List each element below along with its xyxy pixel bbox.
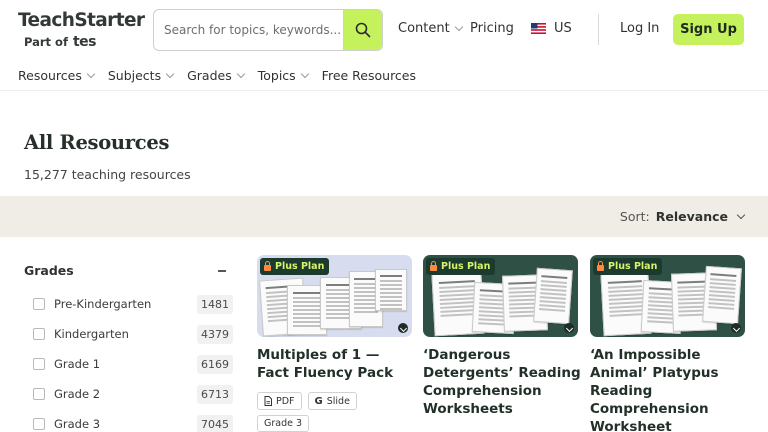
logo-part-of: Part of [24,35,68,49]
resource-thumbnail[interactable]: Plus Plan [257,255,412,337]
subnav-topics[interactable]: Topics [257,67,309,83]
resource-card[interactable]: Plus Plan Multiples of 1 — Fact Fluency … [257,255,412,432]
chevron-down-icon [736,210,746,220]
filter-item[interactable]: Grade 3 7045 [33,409,233,432]
resource-thumbnail[interactable]: Plus Plan [423,255,578,337]
search-icon [355,22,371,38]
chevron-down-icon [454,22,463,32]
logo-wordmark: TeachStarter [18,10,145,31]
filter-label: Kindergarten [54,327,129,341]
filter-count-badge: 6713 [197,385,233,404]
subnav-grades-label: Grades [187,67,232,83]
resource-title[interactable]: ‘Dangerous Detergents’ Reading Comprehen… [423,346,581,418]
grades-filter-title[interactable]: Grades [24,263,74,278]
filter-label: Pre-Kindergarten [54,297,152,311]
lock-icon [597,261,604,271]
site-header: TeachStarter Part of tes Content Pricing… [0,0,768,60]
format-tag-pdf: PDF [257,392,302,410]
filter-count-badge: 1481 [197,295,233,314]
subnav-resources[interactable]: Resources [18,67,96,83]
filter-item[interactable]: Grade 2 6713 [33,379,233,409]
lock-icon [264,261,271,271]
resource-title[interactable]: Multiples of 1 — Fact Fluency Pack [257,346,415,382]
nav-content-menu[interactable]: Content [398,21,463,36]
filter-label: Grade 2 [54,387,101,401]
grades-filter-list: Pre-Kindergarten 1481 Kindergarten 4379 … [33,289,233,432]
category-nav: Resources Subjects Grades Topics Free Re… [18,66,416,84]
filter-checkbox[interactable] [33,358,45,370]
worksheet-preview [702,265,742,325]
filter-count-badge: 6169 [197,355,233,374]
sort-label: Sort: [619,209,650,224]
collapse-minus-icon[interactable] [218,270,226,272]
sort-dropdown[interactable]: Sort: Relevance [619,209,746,224]
worksheet-preview [533,267,573,325]
filter-checkbox[interactable] [33,418,45,430]
format-tags: PDF G Slide [257,392,412,410]
resource-title[interactable]: ‘An Impossible Animal’ Platypus Reading … [590,346,748,432]
subnav-grades[interactable]: Grades [187,67,245,83]
login-link[interactable]: Log In [620,21,659,36]
page-title: All Resources [24,131,170,154]
filter-count-badge: 7045 [197,415,233,432]
format-tag-slide-label: Slide [326,395,350,407]
tes-logo: tes [72,34,97,50]
lock-icon [430,261,437,271]
preview-icon[interactable] [398,323,408,333]
filter-checkbox[interactable] [33,298,45,310]
chevron-down-icon [236,69,245,78]
region-label: US [554,21,572,36]
subnav-free-resources[interactable]: Free Resources [322,68,416,83]
resource-card[interactable]: Plus Plan ‘Dangerous Detergents’ Reading… [423,255,581,418]
plus-plan-label: Plus Plan [441,261,491,272]
filter-item[interactable]: Kindergarten 4379 [33,319,233,349]
plus-plan-label: Plus Plan [608,261,658,272]
plus-plan-label: Plus Plan [275,261,325,272]
search-button[interactable] [343,10,382,50]
plus-plan-badge: Plus Plan [426,258,496,275]
us-flag-icon [531,23,546,34]
pdf-file-icon [264,396,272,406]
sort-bar: Sort: Relevance [0,196,768,237]
chevron-down-icon [300,69,309,78]
chevron-down-icon [165,69,175,78]
filter-label: Grade 1 [54,357,101,371]
subnav-free-resources-label: Free Resources [321,67,417,83]
resource-card[interactable]: Plus Plan ‘An Impossible Animal’ Platypu… [590,255,745,432]
header-divider-line [0,90,768,91]
google-g-icon: G [314,395,323,407]
chevron-down-icon [86,69,96,78]
subnav-resources-label: Resources [18,67,82,83]
teachstarter-logo[interactable]: TeachStarter Part of tes [18,10,145,51]
region-selector[interactable]: US [531,21,572,36]
search-input[interactable] [154,10,344,50]
format-tag-pdf-label: PDF [276,395,295,407]
logo-subline: Part of tes [24,34,144,50]
search-box [153,9,383,51]
nav-pricing-link[interactable]: Pricing [470,21,514,36]
nav-content-label: Content [398,21,450,36]
preview-icon[interactable] [564,323,574,333]
format-tag-slide: G Slide [307,392,357,410]
resource-count: 15,277 teaching resources [24,167,191,182]
grade-tag: Grade 3 [257,415,310,432]
worksheet-preview [375,269,407,311]
filter-checkbox[interactable] [33,388,45,400]
header-divider [598,14,599,45]
sort-value: Relevance [655,209,728,224]
filter-item[interactable]: Pre-Kindergarten 1481 [33,289,233,319]
filter-item[interactable]: Grade 1 6169 [33,349,233,379]
preview-icon[interactable] [731,323,741,333]
resource-thumbnail[interactable]: Plus Plan [590,255,745,337]
plus-plan-badge: Plus Plan [593,258,663,275]
subnav-topics-label: Topics [257,67,296,83]
filter-count-badge: 4379 [197,325,233,344]
plus-plan-badge: Plus Plan [260,258,330,275]
subnav-subjects[interactable]: Subjects [107,67,175,83]
subnav-subjects-label: Subjects [107,67,162,83]
signup-button[interactable]: Sign Up [673,14,744,45]
filter-checkbox[interactable] [33,328,45,340]
filter-label: Grade 3 [54,417,101,431]
